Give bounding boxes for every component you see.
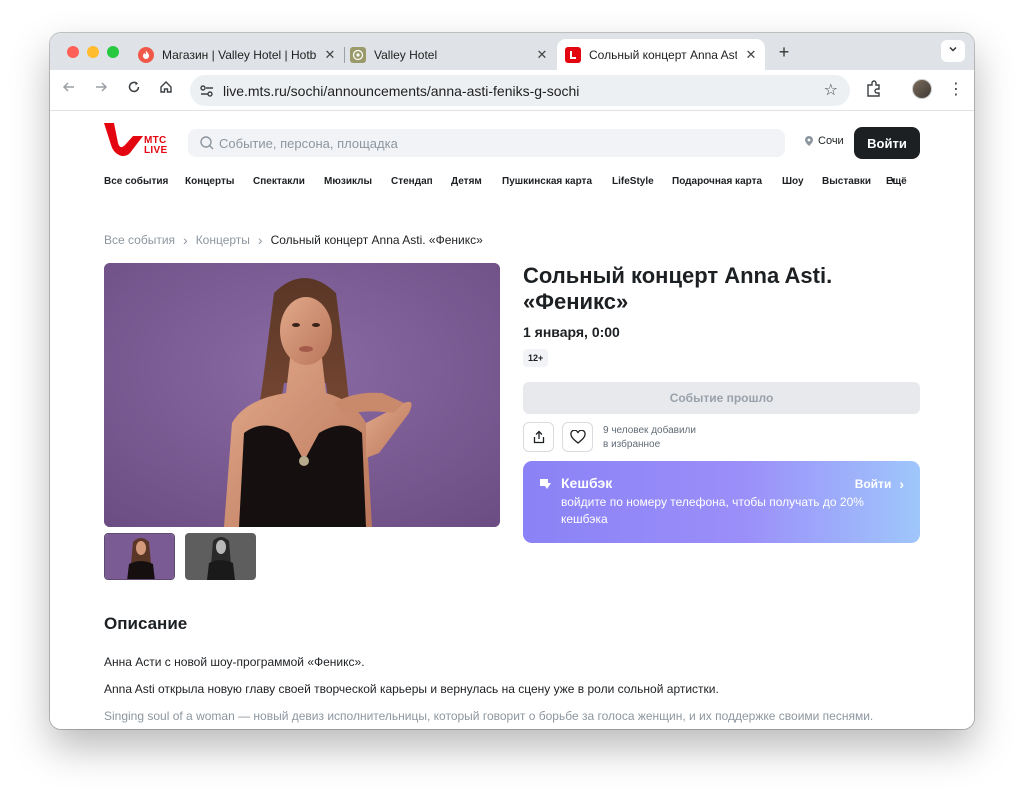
cashback-title: Кешбэк <box>561 475 613 491</box>
cashback-icon <box>540 479 551 489</box>
nav-item-lifestyle[interactable]: LifeStyle <box>612 176 654 187</box>
window-maximize-button[interactable] <box>107 46 119 58</box>
site-settings-icon[interactable] <box>198 82 216 100</box>
tab-strip: Магазин | Valley Hotel | Hotbo ✕ Valley … <box>50 33 974 70</box>
favorites-count-line2: в избранное <box>603 439 661 450</box>
tab-divider <box>344 47 345 63</box>
cashback-description: войдите по номеру телефона, чтобы получа… <box>561 495 864 526</box>
share-button[interactable] <box>523 422 554 452</box>
reload-icon <box>128 81 140 93</box>
description-paragraph: Singing soul of a woman — новый девиз ис… <box>104 709 874 723</box>
breadcrumb-current: Сольный концерт Anna Asti. «Феникс» <box>270 233 483 247</box>
reload-button[interactable] <box>123 79 145 101</box>
caret-down-icon: ▼ <box>889 176 897 185</box>
gallery-thumbnail-2[interactable] <box>185 533 256 580</box>
breadcrumb-chevron-icon: › <box>257 232 263 248</box>
event-passed-button[interactable]: Событие прошло <box>523 382 920 414</box>
mts-live-favicon-icon <box>565 46 581 63</box>
search-input[interactable] <box>219 129 759 157</box>
heart-icon <box>569 430 586 444</box>
tab-title: Магазин | Valley Hotel | Hotbo <box>162 47 316 62</box>
back-button[interactable] <box>58 79 80 101</box>
nav-item-gift-card[interactable]: Подарочная карта <box>672 176 762 187</box>
tab-close-icon[interactable]: ✕ <box>743 47 759 63</box>
favorites-count-line1: 9 человек добавили <box>603 425 696 436</box>
description-paragraph: Анна Асти с новой шоу-программой «Феникс… <box>104 655 365 669</box>
age-rating-badge: 12+ <box>523 349 549 367</box>
cashback-login-link[interactable]: Войти › <box>855 476 904 492</box>
nav-item-standup[interactable]: Стендап <box>391 176 433 187</box>
location-pin-icon <box>805 136 813 146</box>
city-name: Сочи <box>818 135 844 147</box>
nav-item-exhibitions[interactable]: Выставки <box>822 176 871 187</box>
browser-toolbar: live.mts.ru/sochi/announcements/anna-ast… <box>50 70 974 111</box>
favorites-count-text: 9 человек добавили в избранное <box>603 424 696 452</box>
chevron-right-icon: › <box>899 476 904 492</box>
browser-tab-valley-hotel[interactable]: Valley Hotel ✕ <box>350 39 550 70</box>
nav-item-musicals[interactable]: Мюзиклы <box>324 176 372 187</box>
tab-title: Valley Hotel <box>374 47 438 62</box>
forward-button[interactable] <box>90 79 112 101</box>
cashback-banner[interactable]: Кешбэк Войти › войдите по номеру телефон… <box>523 461 920 543</box>
nav-item-concerts[interactable]: Концерты <box>185 176 234 187</box>
logo-text-live: LIVE <box>144 145 168 156</box>
home-button[interactable] <box>155 79 177 101</box>
browser-window: Магазин | Valley Hotel | Hotbo ✕ Valley … <box>50 33 974 729</box>
extensions-puzzle-icon[interactable] <box>864 79 884 99</box>
profile-avatar[interactable] <box>912 79 932 99</box>
nav-item-plays[interactable]: Спектакли <box>253 176 305 187</box>
url-text: live.mts.ru/sochi/announcements/anna-ast… <box>223 83 580 99</box>
bookmark-star-icon[interactable]: ☆ <box>824 80 838 100</box>
logo-mark-icon <box>104 123 143 157</box>
tab-close-icon[interactable]: ✕ <box>322 47 338 63</box>
tab-title: Сольный концерт Anna Asti <box>589 47 737 62</box>
tab-search-button[interactable] <box>941 40 965 62</box>
window-minimize-button[interactable] <box>87 46 99 58</box>
address-bar[interactable]: live.mts.ru/sochi/announcements/anna-ast… <box>190 75 850 106</box>
nav-item-pushkin-card[interactable]: Пушкинская карта <box>502 176 592 187</box>
page-content: МТС LIVE Сочи Войти Все события Концерты… <box>50 112 974 729</box>
arrow-left-icon <box>62 82 74 92</box>
tab-close-icon[interactable]: ✕ <box>534 47 550 63</box>
gallery-thumbnail-1[interactable] <box>104 533 175 580</box>
category-nav: Все события Концерты Спектакли Мюзиклы С… <box>104 176 924 192</box>
home-icon <box>160 81 172 93</box>
event-poster-image[interactable] <box>104 263 500 527</box>
flame-favicon-icon <box>138 46 154 63</box>
breadcrumb: Все события › Концерты › Сольный концерт… <box>104 232 483 248</box>
event-date: 1 января, 0:00 <box>523 324 620 340</box>
search-box[interactable] <box>188 129 785 157</box>
browser-tab-shop[interactable]: Магазин | Valley Hotel | Hotbo ✕ <box>138 39 338 70</box>
description-paragraph: Anna Asti открыла новую главу своей твор… <box>104 682 719 696</box>
chevron-down-icon <box>949 46 957 52</box>
nav-item-all-events[interactable]: Все события <box>104 176 168 187</box>
search-icon <box>200 136 214 150</box>
login-button[interactable]: Войти <box>854 127 920 159</box>
new-tab-button[interactable]: + <box>774 42 794 62</box>
add-to-favorites-button[interactable] <box>562 422 593 452</box>
mts-live-logo[interactable]: МТС LIVE <box>103 123 173 157</box>
nav-item-kids[interactable]: Детям <box>451 176 482 187</box>
arrow-right-icon <box>96 82 108 92</box>
browser-tab-active[interactable]: Сольный концерт Anna Asti ✕ <box>557 39 765 70</box>
hotel-favicon-icon <box>350 46 366 63</box>
breadcrumb-concerts[interactable]: Концерты <box>196 233 250 247</box>
window-close-button[interactable] <box>67 46 79 58</box>
cashback-login-label: Войти <box>854 477 892 491</box>
breadcrumb-chevron-icon: › <box>183 232 188 248</box>
description-heading: Описание <box>104 614 188 633</box>
event-title: Сольный концерт Anna Asti. «Феникс» <box>523 263 833 314</box>
browser-menu-icon[interactable]: ⋮ <box>948 79 964 101</box>
breadcrumb-all-events[interactable]: Все события <box>104 233 175 247</box>
share-icon <box>533 430 544 444</box>
city-selector[interactable]: Сочи <box>805 135 844 147</box>
nav-item-show[interactable]: Шоу <box>782 176 804 187</box>
